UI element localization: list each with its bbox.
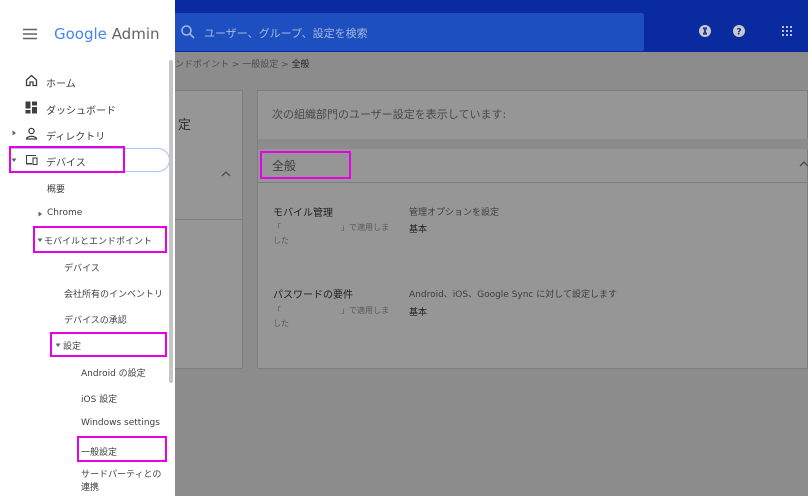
person-icon [25,127,38,140]
sidebar-item-ios-settings[interactable]: iOS 設定 [81,392,117,405]
dashboard-icon [25,101,37,114]
breadcrumb: ンドポイント > 一般設定 > 全般 [175,57,310,70]
search-placeholder: ユーザー、グループ、設定を検索 [204,27,368,40]
sidebar-item-company-inventory[interactable]: 会社所有のインベントリ [64,287,163,300]
help-icon[interactable]: ? [732,24,746,38]
sidebar-item-android-settings[interactable]: Android の設定 [81,366,146,379]
setting-sub: 」で適用しま [341,223,389,232]
highlight-box-settings [50,332,167,357]
setting-sub: 」で適用しま [341,306,389,315]
sidebar-item-third-party-line2[interactable]: 連携 [81,480,99,493]
sidebar-item-chrome[interactable]: Chrome [47,208,82,218]
search-bar[interactable]: ユーザー、グループ、設定を検索 [172,13,644,51]
logo-admin: Admin [111,25,160,43]
setting-base: 基本 [409,225,428,235]
sidebar-item-dashboard[interactable]: ダッシュボード [46,102,116,117]
sidebar-item-mobile-devices[interactable]: デバイス [64,261,100,274]
sidebar-item-directory[interactable]: ディレクトリ [46,128,105,143]
home-icon [25,74,38,87]
highlight-box-general-section [260,151,351,179]
sidebar-item-windows-settings[interactable]: Windows settings [81,418,160,428]
org-unit-panel-title: 定 [178,118,192,133]
setting-sub: 「 [273,223,281,232]
setting-value-password[interactable]: Android、iOS、Google Sync に対して設定します [409,287,617,300]
chevron-up-icon[interactable] [221,170,231,178]
setting-sub: した [273,319,289,328]
search-icon [181,25,195,39]
sidebar-scrollbar[interactable] [169,60,173,383]
divider [258,182,808,183]
hamburger-menu-icon[interactable] [23,28,37,40]
setting-sub: 「 [273,306,281,315]
org-unit-info: 次の組織部門のユーザー設定を表示しています: [272,108,507,121]
breadcrumb-path[interactable]: ンドポイント > 一般設定 > [175,60,289,70]
highlight-box-devices [9,146,125,173]
highlight-box-general-settings [77,436,167,462]
google-admin-logo[interactable]: Google Admin [54,25,160,43]
caret-right-icon[interactable] [37,211,43,217]
breadcrumb-current: 全般 [291,60,310,70]
sidebar-item-device-approvals[interactable]: デバイスの承認 [64,313,127,326]
sidebar-item-home[interactable]: ホーム [46,75,76,90]
setting-sub: した [273,236,289,245]
logo-google: Google [54,25,107,43]
setting-label-mobile-management[interactable]: モバイル管理 [273,204,333,219]
apps-grid-icon[interactable] [780,24,794,38]
divider [172,219,242,220]
highlight-box-mobile-endpoints [33,226,167,253]
sidebar-item-third-party[interactable]: サードパーティとの [81,467,161,480]
chevron-up-icon[interactable] [799,160,808,168]
setting-base: 基本 [409,308,428,318]
settings-card [257,90,808,369]
setting-value-mobile-management[interactable]: 管理オプションを設定 [409,205,499,218]
timer-icon[interactable] [698,24,712,38]
setting-label-password[interactable]: パスワードの要件 [273,286,353,301]
caret-right-icon[interactable] [11,130,17,136]
divider [258,139,808,149]
svg-text:?: ? [736,28,741,38]
sidebar-item-overview[interactable]: 概要 [47,182,65,195]
